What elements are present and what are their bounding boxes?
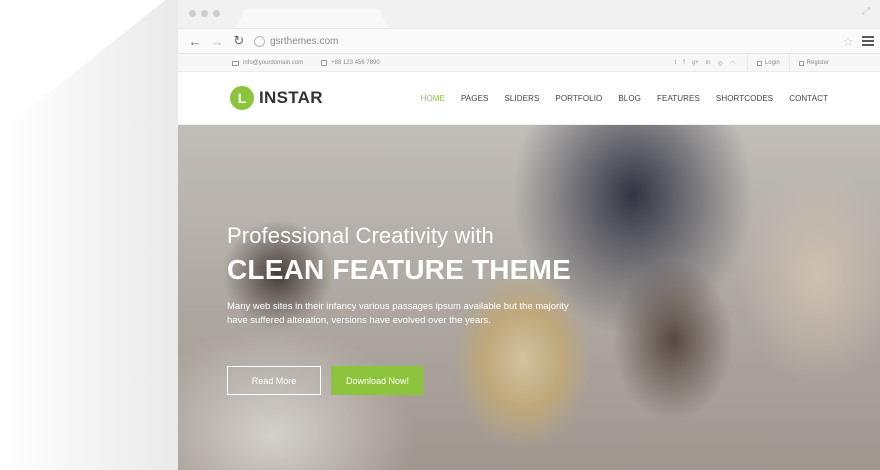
rss-icon[interactable]: ◠ — [730, 60, 735, 67]
register-link[interactable]: Register — [788, 54, 838, 72]
nav-item-contact[interactable]: CONTACT — [781, 94, 836, 103]
login-link[interactable]: Login — [746, 54, 789, 72]
hero-slider: Professional Creativity with CLEAN FEATU… — [178, 125, 880, 470]
login-label: Login — [764, 60, 780, 66]
twitter-icon[interactable]: t — [675, 60, 677, 67]
hero-buttons: Read More Download Now! — [227, 366, 597, 395]
phone-text: +88 123 456 7890 — [331, 60, 380, 66]
social-links: t f g+ in ◎ ◠ — [675, 60, 735, 67]
back-arrow-icon[interactable]: ← — [184, 30, 206, 52]
mail-icon — [232, 60, 239, 66]
site-logo[interactable]: L INSTAR — [230, 86, 323, 110]
nav-item-shortcodes[interactable]: SHORTCODES — [708, 94, 781, 103]
hero-content: Professional Creativity with CLEAN FEATU… — [227, 223, 597, 395]
email-text: info@yourdomain.com — [243, 60, 304, 66]
topbar-right: t f g+ in ◎ ◠ Login Register — [675, 54, 838, 72]
edit-icon — [798, 60, 804, 66]
phone-info[interactable]: +88 123 456 7890 — [321, 60, 380, 66]
nav-item-home[interactable]: HOME — [413, 94, 453, 103]
register-label: Register — [806, 60, 829, 66]
read-more-button[interactable]: Read More — [227, 366, 321, 395]
browser-window: ⤢ ← → ↻ gsrthemes.com ☆ info@yourdomain.… — [178, 0, 880, 470]
close-dot-icon[interactable] — [189, 10, 196, 17]
facebook-icon[interactable]: f — [683, 60, 685, 67]
browser-tab[interactable] — [236, 9, 388, 28]
logo-text: INSTAR — [259, 88, 323, 107]
site-header: L INSTAR HOME PAGES SLIDERS PORTFOLIO BL… — [178, 72, 880, 125]
hamburger-menu-icon[interactable] — [862, 36, 874, 46]
hero-title: CLEAN FEATURE THEME — [227, 254, 571, 285]
contact-info: info@yourdomain.com +88 123 456 7890 — [232, 54, 380, 72]
nav-item-features[interactable]: FEATURES — [649, 94, 708, 103]
main-nav: HOME PAGES SLIDERS PORTFOLIO BLOG FEATUR… — [413, 72, 836, 125]
expand-icon[interactable]: ⤢ — [862, 7, 872, 17]
lock-icon — [756, 60, 762, 66]
nav-item-pages[interactable]: PAGES — [453, 94, 496, 103]
maximize-dot-icon[interactable] — [213, 10, 220, 17]
reload-icon[interactable]: ↻ — [228, 30, 250, 52]
nav-item-sliders[interactable]: SLIDERS — [496, 94, 547, 103]
globe-icon — [254, 35, 265, 47]
google-plus-icon[interactable]: g+ — [692, 60, 699, 67]
stage: ⤢ ← → ↻ gsrthemes.com ☆ info@yourdomain.… — [0, 0, 880, 470]
nav-item-portfolio[interactable]: PORTFOLIO — [547, 94, 610, 103]
hero-description: Many web sites in their infancy various … — [227, 301, 569, 326]
minimize-dot-icon[interactable] — [201, 10, 208, 17]
address-bar: ← → ↻ gsrthemes.com ☆ — [178, 28, 880, 54]
logo-mark: L — [230, 86, 254, 110]
site-topbar: info@yourdomain.com +88 123 456 7890 t f… — [178, 54, 880, 72]
download-now-button[interactable]: Download Now! — [331, 366, 424, 395]
phone-icon — [321, 60, 328, 66]
hero-subtitle: Professional Creativity with — [227, 223, 494, 248]
linkedin-icon[interactable]: in — [706, 60, 711, 67]
bookmark-star-icon[interactable]: ☆ — [842, 34, 854, 50]
url-text: gsrthemes.com — [270, 35, 339, 47]
browser-titlebar: ⤢ — [178, 0, 880, 28]
nav-item-blog[interactable]: BLOG — [610, 94, 649, 103]
decorative-shadow — [0, 0, 180, 470]
forward-arrow-icon[interactable]: → — [206, 30, 228, 52]
url-field[interactable]: gsrthemes.com — [254, 31, 338, 51]
dribbble-icon[interactable]: ◎ — [717, 60, 722, 67]
email-info[interactable]: info@yourdomain.com — [232, 60, 303, 66]
window-controls — [189, 10, 220, 17]
